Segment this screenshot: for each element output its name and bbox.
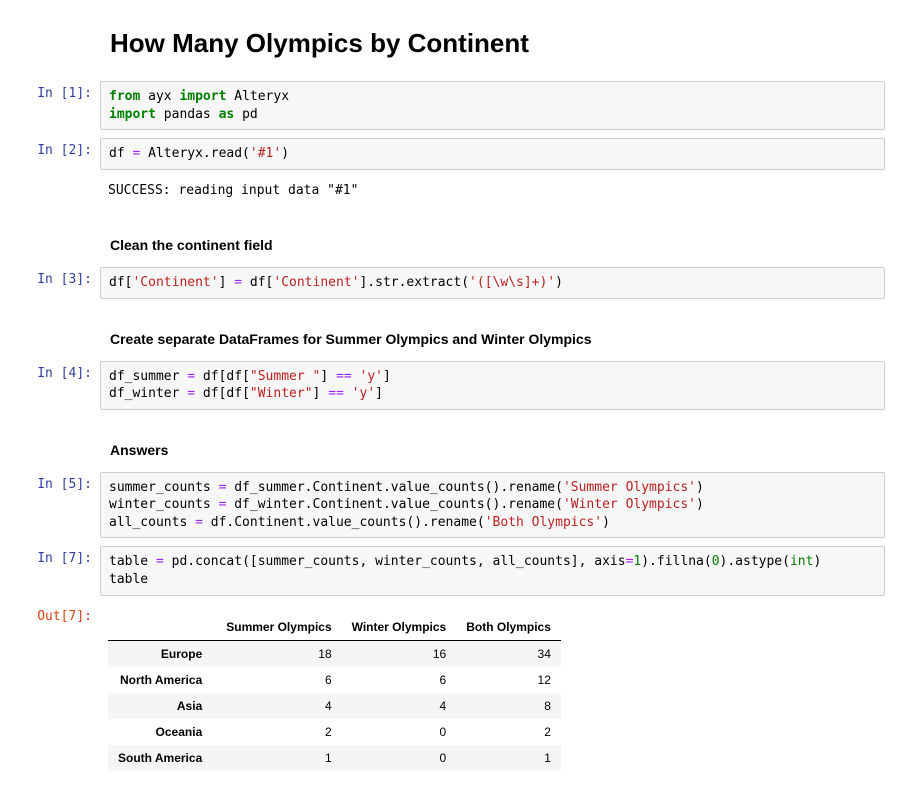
cell: 8: [456, 693, 561, 719]
code: from ayx import Alteryx import pandas as…: [109, 88, 876, 123]
section-heading: Clean the continent field: [110, 237, 885, 253]
cell: 34: [456, 640, 561, 667]
index-header: [108, 614, 216, 641]
cell: 1: [216, 745, 341, 771]
markdown-cell: Create separate DataFrames for Summer Ol…: [0, 331, 905, 347]
input-prompt: In [1]:: [0, 81, 100, 101]
table-row: Europe 18 16 34: [108, 640, 561, 667]
page-title: How Many Olympics by Continent: [110, 28, 885, 59]
output-prompt: Out[7]:: [0, 604, 100, 624]
output-area: Summer Olympics Winter Olympics Both Oly…: [100, 604, 885, 777]
input-prompt: In [5]:: [0, 472, 100, 492]
cell: 16: [342, 640, 457, 667]
column-header: Summer Olympics: [216, 614, 341, 641]
title-cell: How Many Olympics by Continent: [0, 28, 905, 59]
code-cell: In [2]: df = Alteryx.read('#1'): [0, 134, 905, 174]
empty-prompt: [0, 178, 100, 191]
input-area[interactable]: df = Alteryx.read('#1'): [100, 138, 885, 170]
code: df_summer = df[df["Summer "] == 'y'] df_…: [109, 368, 876, 403]
code-cell: In [4]: df_summer = df[df["Summer "] == …: [0, 357, 905, 414]
code: summer_counts = df_summer.Continent.valu…: [109, 479, 876, 532]
code-cell: In [5]: summer_counts = df_summer.Contin…: [0, 468, 905, 543]
cell: 2: [456, 719, 561, 745]
cell: 2: [216, 719, 341, 745]
section-heading: Create separate DataFrames for Summer Ol…: [110, 331, 885, 347]
code: table = pd.concat([summer_counts, winter…: [109, 553, 876, 588]
table-row: Oceania 2 0 2: [108, 719, 561, 745]
input-area[interactable]: table = pd.concat([summer_counts, winter…: [100, 546, 885, 595]
stdout: SUCCESS: reading input data "#1": [108, 182, 877, 200]
table-head-row: Summer Olympics Winter Olympics Both Oly…: [108, 614, 561, 641]
input-prompt: In [4]:: [0, 361, 100, 381]
output-cell: SUCCESS: reading input data "#1": [0, 174, 905, 210]
row-index: Oceania: [108, 719, 216, 745]
input-area[interactable]: df_summer = df[df["Summer "] == 'y'] df_…: [100, 361, 885, 410]
input-prompt: In [2]:: [0, 138, 100, 158]
notebook: How Many Olympics by Continent In [1]: f…: [0, 0, 905, 801]
cell: 6: [342, 667, 457, 693]
row-index: North America: [108, 667, 216, 693]
code-cell: In [3]: df['Continent'] = df['Continent'…: [0, 263, 905, 303]
table-row: South America 1 0 1: [108, 745, 561, 771]
section-heading: Answers: [110, 442, 885, 458]
markdown-cell: Answers: [0, 442, 905, 458]
input-area[interactable]: summer_counts = df_summer.Continent.valu…: [100, 472, 885, 539]
code: df['Continent'] = df['Continent'].str.ex…: [109, 274, 876, 292]
cell: 0: [342, 745, 457, 771]
cell: 12: [456, 667, 561, 693]
cell: 0: [342, 719, 457, 745]
input-area[interactable]: from ayx import Alteryx import pandas as…: [100, 81, 885, 130]
cell: 4: [216, 693, 341, 719]
cell: 4: [342, 693, 457, 719]
code-cell: In [1]: from ayx import Alteryx import p…: [0, 77, 905, 134]
row-index: Europe: [108, 640, 216, 667]
row-index: Asia: [108, 693, 216, 719]
input-prompt: In [3]:: [0, 267, 100, 287]
output-cell: Out[7]: Summer Olympics Winter Olympics …: [0, 600, 905, 781]
table-row: Asia 4 4 8: [108, 693, 561, 719]
cell: 6: [216, 667, 341, 693]
column-header: Both Olympics: [456, 614, 561, 641]
output-area: SUCCESS: reading input data "#1": [100, 178, 885, 206]
result-table: Summer Olympics Winter Olympics Both Oly…: [108, 614, 561, 771]
row-index: South America: [108, 745, 216, 771]
cell: 1: [456, 745, 561, 771]
code: df = Alteryx.read('#1'): [109, 145, 876, 163]
column-header: Winter Olympics: [342, 614, 457, 641]
table-row: North America 6 6 12: [108, 667, 561, 693]
code-cell: In [7]: table = pd.concat([summer_counts…: [0, 542, 905, 599]
input-prompt: In [7]:: [0, 546, 100, 566]
input-area[interactable]: df['Continent'] = df['Continent'].str.ex…: [100, 267, 885, 299]
cell: 18: [216, 640, 341, 667]
markdown-cell: Clean the continent field: [0, 237, 905, 253]
